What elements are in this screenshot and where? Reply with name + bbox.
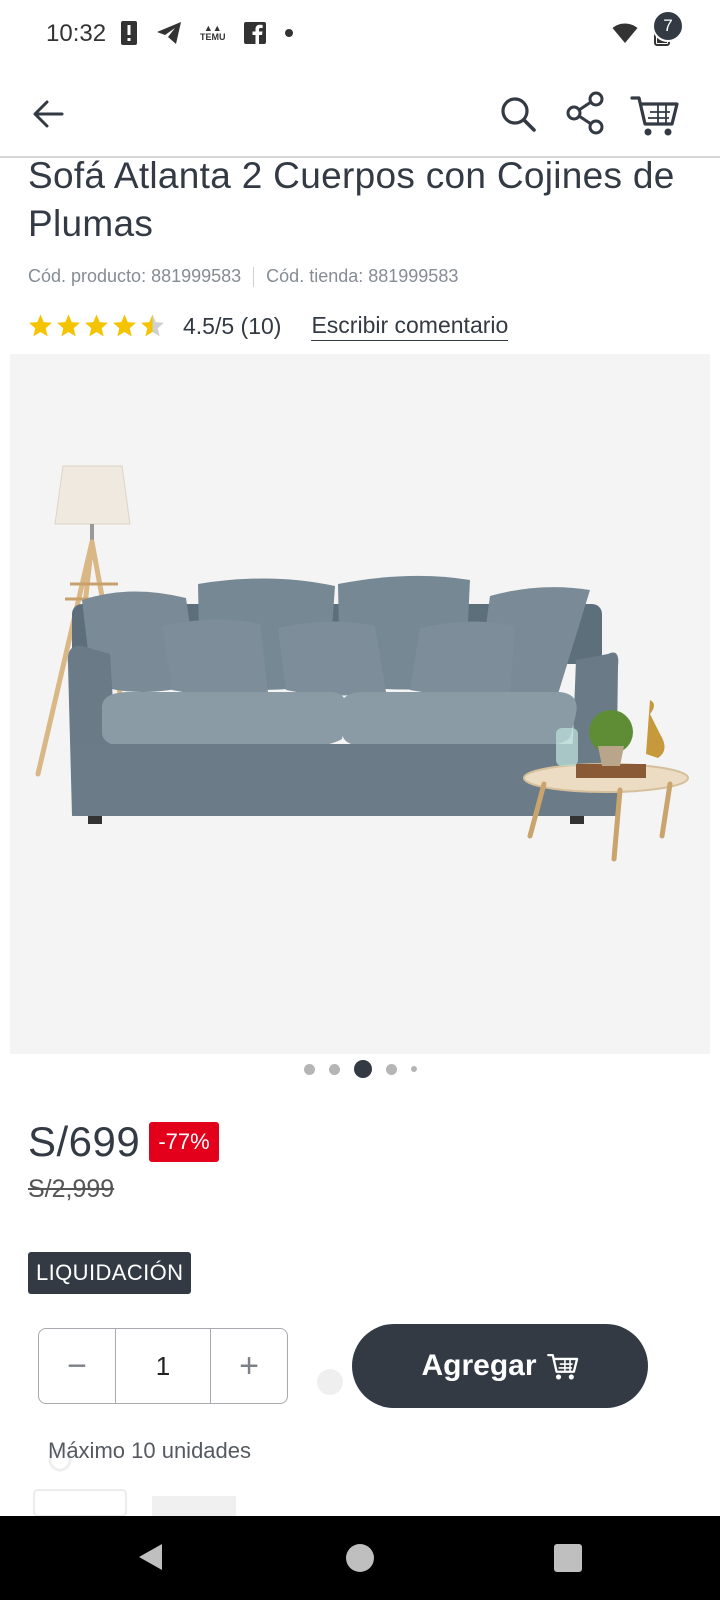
store-code: Cód. tienda: 881999583 (266, 266, 459, 286)
carousel-dot[interactable] (385, 1063, 397, 1075)
star-icon (85, 314, 108, 337)
status-time: 10:32 (46, 20, 107, 47)
temu-icon: ▲▲ TEMU (200, 23, 226, 42)
cart-icon (630, 96, 679, 136)
nav-home-icon[interactable] (346, 1544, 374, 1572)
carousel-dot-active[interactable] (353, 1060, 372, 1078)
product-codes: Cód. producto: 881999583 Cód. tienda: 88… (28, 266, 458, 287)
app-header (0, 72, 720, 158)
rating-stars (28, 314, 165, 338)
rating-text: 4.5/5 (10) (183, 312, 282, 339)
alert-icon (121, 21, 137, 45)
star-icon (57, 314, 80, 337)
write-review-link[interactable]: Escribir comentario (311, 312, 509, 341)
carousel-dot[interactable] (328, 1063, 340, 1075)
sofa-illustration (67, 575, 620, 824)
cart-button[interactable] (630, 90, 680, 140)
share-icon (566, 91, 604, 135)
old-price: S/2,999 (28, 1175, 115, 1203)
cart-icon (546, 1353, 578, 1380)
carousel-dot[interactable] (410, 1066, 417, 1072)
add-to-cart-button[interactable]: Agregar (352, 1324, 648, 1408)
android-nav-bar (0, 1516, 720, 1600)
cart-count-badge: 7 (652, 10, 684, 42)
decrease-quantity-button[interactable]: − (39, 1329, 115, 1403)
star-icon (113, 314, 136, 337)
wifi-icon (612, 23, 638, 43)
product-image-carousel[interactable] (10, 354, 710, 1054)
notification-icons: ▲▲ TEMU (120, 20, 294, 46)
search-icon (501, 97, 536, 132)
carousel-dot[interactable] (303, 1063, 315, 1075)
nav-back-icon[interactable] (136, 1542, 164, 1572)
quantity-stepper: − 1 + (38, 1328, 288, 1404)
nav-recents-icon[interactable] (554, 1544, 582, 1572)
back-button[interactable] (28, 92, 72, 136)
product-code: Cód. producto: 881999583 (28, 266, 242, 286)
dot-icon (284, 29, 293, 37)
share-button[interactable] (564, 90, 608, 136)
max-units-note: Máximo 10 unidades (48, 1438, 252, 1463)
back-arrow-icon (33, 100, 64, 128)
increase-quantity-button[interactable]: + (211, 1329, 287, 1403)
carousel-dots[interactable] (0, 1060, 720, 1078)
status-bar: 10:32 ▲▲ TEMU (0, 0, 720, 72)
telegram-icon (157, 22, 181, 44)
discount-badge: -77% (149, 1122, 219, 1162)
facebook-icon (243, 22, 266, 44)
current-price: S/699 (28, 1118, 141, 1165)
clearance-tag: LIQUIDACIÓN (28, 1252, 192, 1294)
quantity-input[interactable]: 1 (115, 1329, 211, 1403)
codes-divider (253, 266, 255, 287)
product-title: Sofá Atlanta 2 Cuerpos con Cojines de Pl… (28, 155, 675, 244)
sofa-product-photo (35, 465, 689, 862)
search-button[interactable] (496, 92, 540, 136)
half-star-icon (141, 314, 164, 337)
rating-row: 4.5/5 (10) Escribir comentario (28, 310, 509, 342)
star-icon (29, 314, 52, 337)
add-to-cart-label: Agregar (421, 1349, 537, 1382)
